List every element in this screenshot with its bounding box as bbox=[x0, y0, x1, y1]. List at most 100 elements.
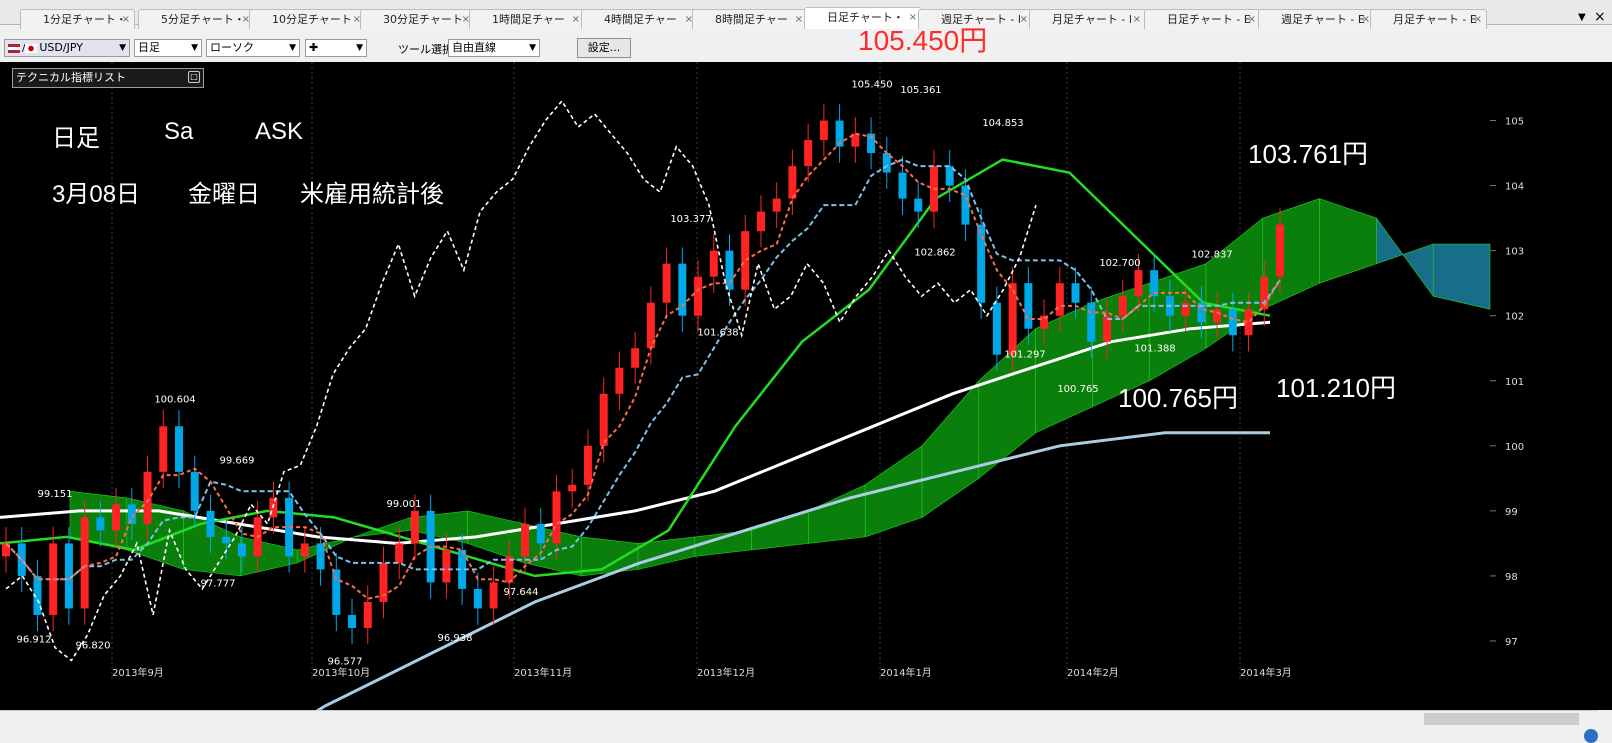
price-label: 96.577 bbox=[328, 656, 363, 667]
price-label: 101.388 bbox=[1134, 344, 1175, 355]
candle-body bbox=[819, 120, 828, 141]
chikou-line bbox=[5, 99, 1037, 662]
price-label: 101.297 bbox=[1004, 349, 1045, 360]
chevron-down-icon: ▼ bbox=[191, 43, 198, 53]
x-tick-label: 2014年3月 bbox=[1240, 666, 1292, 679]
kumo-segment bbox=[353, 516, 412, 538]
annotation-current-price: 103.761円 bbox=[1248, 139, 1368, 169]
price-label: 96.912 bbox=[17, 635, 52, 646]
candle-body bbox=[1024, 283, 1033, 329]
close-tab-icon[interactable]: × bbox=[1248, 10, 1256, 29]
candle-body bbox=[678, 263, 687, 316]
status-bar bbox=[0, 710, 1612, 743]
annotation-timeframe: 日足 bbox=[52, 125, 100, 152]
candle-body bbox=[237, 543, 246, 557]
annotation-event: 米雇用統計後 bbox=[300, 181, 444, 208]
chevron-down-icon: ▼ bbox=[356, 43, 363, 53]
x-tick-label: 2013年12月 bbox=[697, 666, 755, 679]
chart-canvas[interactable]: 97 98 99 100 101 102 103 104 105 2013年9月 2013年10月 2… bbox=[0, 62, 1612, 710]
current-price-header: 105.450円 bbox=[858, 25, 988, 56]
candle-body bbox=[1134, 270, 1143, 297]
price-label: 103.377 bbox=[670, 214, 711, 225]
tab-label: 5分足チャート・ bbox=[161, 13, 245, 26]
close-tab-icon[interactable]: × bbox=[1133, 10, 1141, 29]
tab-2[interactable]: 5分足チャート・ × bbox=[138, 9, 255, 29]
y-tick-label: 97 bbox=[1505, 637, 1518, 648]
y-tick-label: 101 bbox=[1505, 377, 1524, 388]
currency-pair-select[interactable]: / USD/JPY ▼ bbox=[4, 39, 130, 57]
chevron-down-icon: ▼ bbox=[289, 43, 296, 53]
cursor-mode-select[interactable]: ✚ ▼ bbox=[305, 39, 367, 57]
us-flag-icon bbox=[8, 43, 20, 53]
candle-body bbox=[1055, 283, 1064, 316]
annotation-ask: ASK bbox=[255, 118, 304, 145]
candle-body bbox=[96, 517, 105, 531]
drawing-tool-select[interactable]: 自由直線 ▼ bbox=[448, 39, 540, 57]
candle-body bbox=[143, 471, 152, 524]
candle-body bbox=[741, 231, 750, 290]
chart-style-select[interactable]: ローソク ▼ bbox=[206, 39, 300, 57]
tab-label: 8時間足チャー bbox=[715, 13, 788, 26]
tab-6[interactable]: 4時間足チャー × bbox=[581, 9, 698, 29]
close-tab-icon[interactable]: × bbox=[1020, 10, 1028, 29]
timeframe-select[interactable]: 日足 ▼ bbox=[134, 39, 202, 57]
candle-body bbox=[977, 224, 986, 303]
settings-button[interactable]: 設定... bbox=[577, 38, 631, 58]
tab-10[interactable]: 月足チャート - l × bbox=[1029, 9, 1146, 29]
candle-body bbox=[489, 582, 498, 609]
scrollbar-thumb[interactable] bbox=[1424, 713, 1579, 725]
close-tab-icon[interactable]: × bbox=[1474, 10, 1482, 29]
close-tab-icon[interactable]: × bbox=[1362, 10, 1370, 29]
tab-5[interactable]: 1時間足チャー × bbox=[469, 9, 585, 29]
price-label: 97.777 bbox=[201, 578, 236, 589]
price-label: 105.450 bbox=[851, 79, 892, 90]
close-tab-icon[interactable]: × bbox=[572, 10, 580, 29]
price-label: 105.361 bbox=[900, 85, 941, 96]
annotation-low-price: 100.765円 bbox=[1118, 383, 1238, 413]
candle-body bbox=[316, 543, 325, 570]
candle-body bbox=[1118, 296, 1127, 316]
candle-body bbox=[709, 250, 718, 277]
close-tab-icon[interactable]: × bbox=[122, 10, 130, 29]
tab-1[interactable]: 1分足チャート・ × bbox=[20, 9, 135, 29]
kumo-segment bbox=[1319, 198, 1377, 284]
y-tick-label: 100 bbox=[1505, 442, 1524, 453]
y-tick-label: 98 bbox=[1505, 572, 1518, 583]
tab-label: 日足チャート - E bbox=[1167, 13, 1251, 26]
kumo-segment bbox=[808, 484, 866, 544]
tab-7[interactable]: 8時間足チャー × bbox=[692, 9, 808, 29]
close-icon[interactable]: × bbox=[1594, 9, 1606, 25]
candle-body bbox=[662, 263, 671, 303]
candle-body bbox=[568, 484, 577, 492]
close-tab-icon[interactable]: × bbox=[795, 10, 803, 29]
tab-12[interactable]: 週足チャート - E × bbox=[1258, 9, 1375, 29]
tab-11[interactable]: 日足チャート - E × bbox=[1144, 9, 1261, 29]
tool-select-label: ツール選択 bbox=[398, 43, 453, 56]
annotation-sa: Sa bbox=[164, 118, 194, 145]
tab-3[interactable]: 10分足チャート × bbox=[249, 9, 366, 29]
tab-label: 日足チャート・ bbox=[827, 11, 904, 24]
indicator-list-panel[interactable]: テクニカル指標リスト □ bbox=[12, 68, 204, 88]
candle-body bbox=[1008, 283, 1017, 355]
horizontal-scrollbar[interactable] bbox=[0, 710, 1598, 727]
tab-label: 10分足チャート bbox=[272, 13, 352, 26]
tab-label: 30分足チャート bbox=[383, 13, 463, 26]
x-tick-label: 2014年1月 bbox=[880, 666, 932, 679]
candle-body bbox=[536, 523, 545, 544]
chart-style-label: ローソク bbox=[210, 41, 254, 54]
candle-body bbox=[1087, 302, 1096, 342]
tab-13[interactable]: 月足チャート - E × bbox=[1370, 9, 1487, 29]
price-label: 97.644 bbox=[504, 587, 539, 598]
candle-body bbox=[190, 471, 199, 511]
currency-pair-label: USD/JPY bbox=[39, 41, 83, 54]
candle-body bbox=[583, 445, 592, 485]
maximize-icon[interactable]: □ bbox=[188, 71, 200, 83]
candle-body bbox=[222, 536, 231, 544]
price-label: 100.604 bbox=[154, 395, 195, 406]
kumo-segment bbox=[1376, 217, 1434, 298]
x-tick-label: 2014年2月 bbox=[1067, 666, 1119, 679]
candle-body bbox=[725, 250, 734, 290]
kumo-segment bbox=[751, 510, 809, 551]
tab-list-menu-icon[interactable]: ▼ bbox=[1578, 12, 1586, 23]
tab-4[interactable]: 30分足チャート × bbox=[360, 9, 475, 29]
